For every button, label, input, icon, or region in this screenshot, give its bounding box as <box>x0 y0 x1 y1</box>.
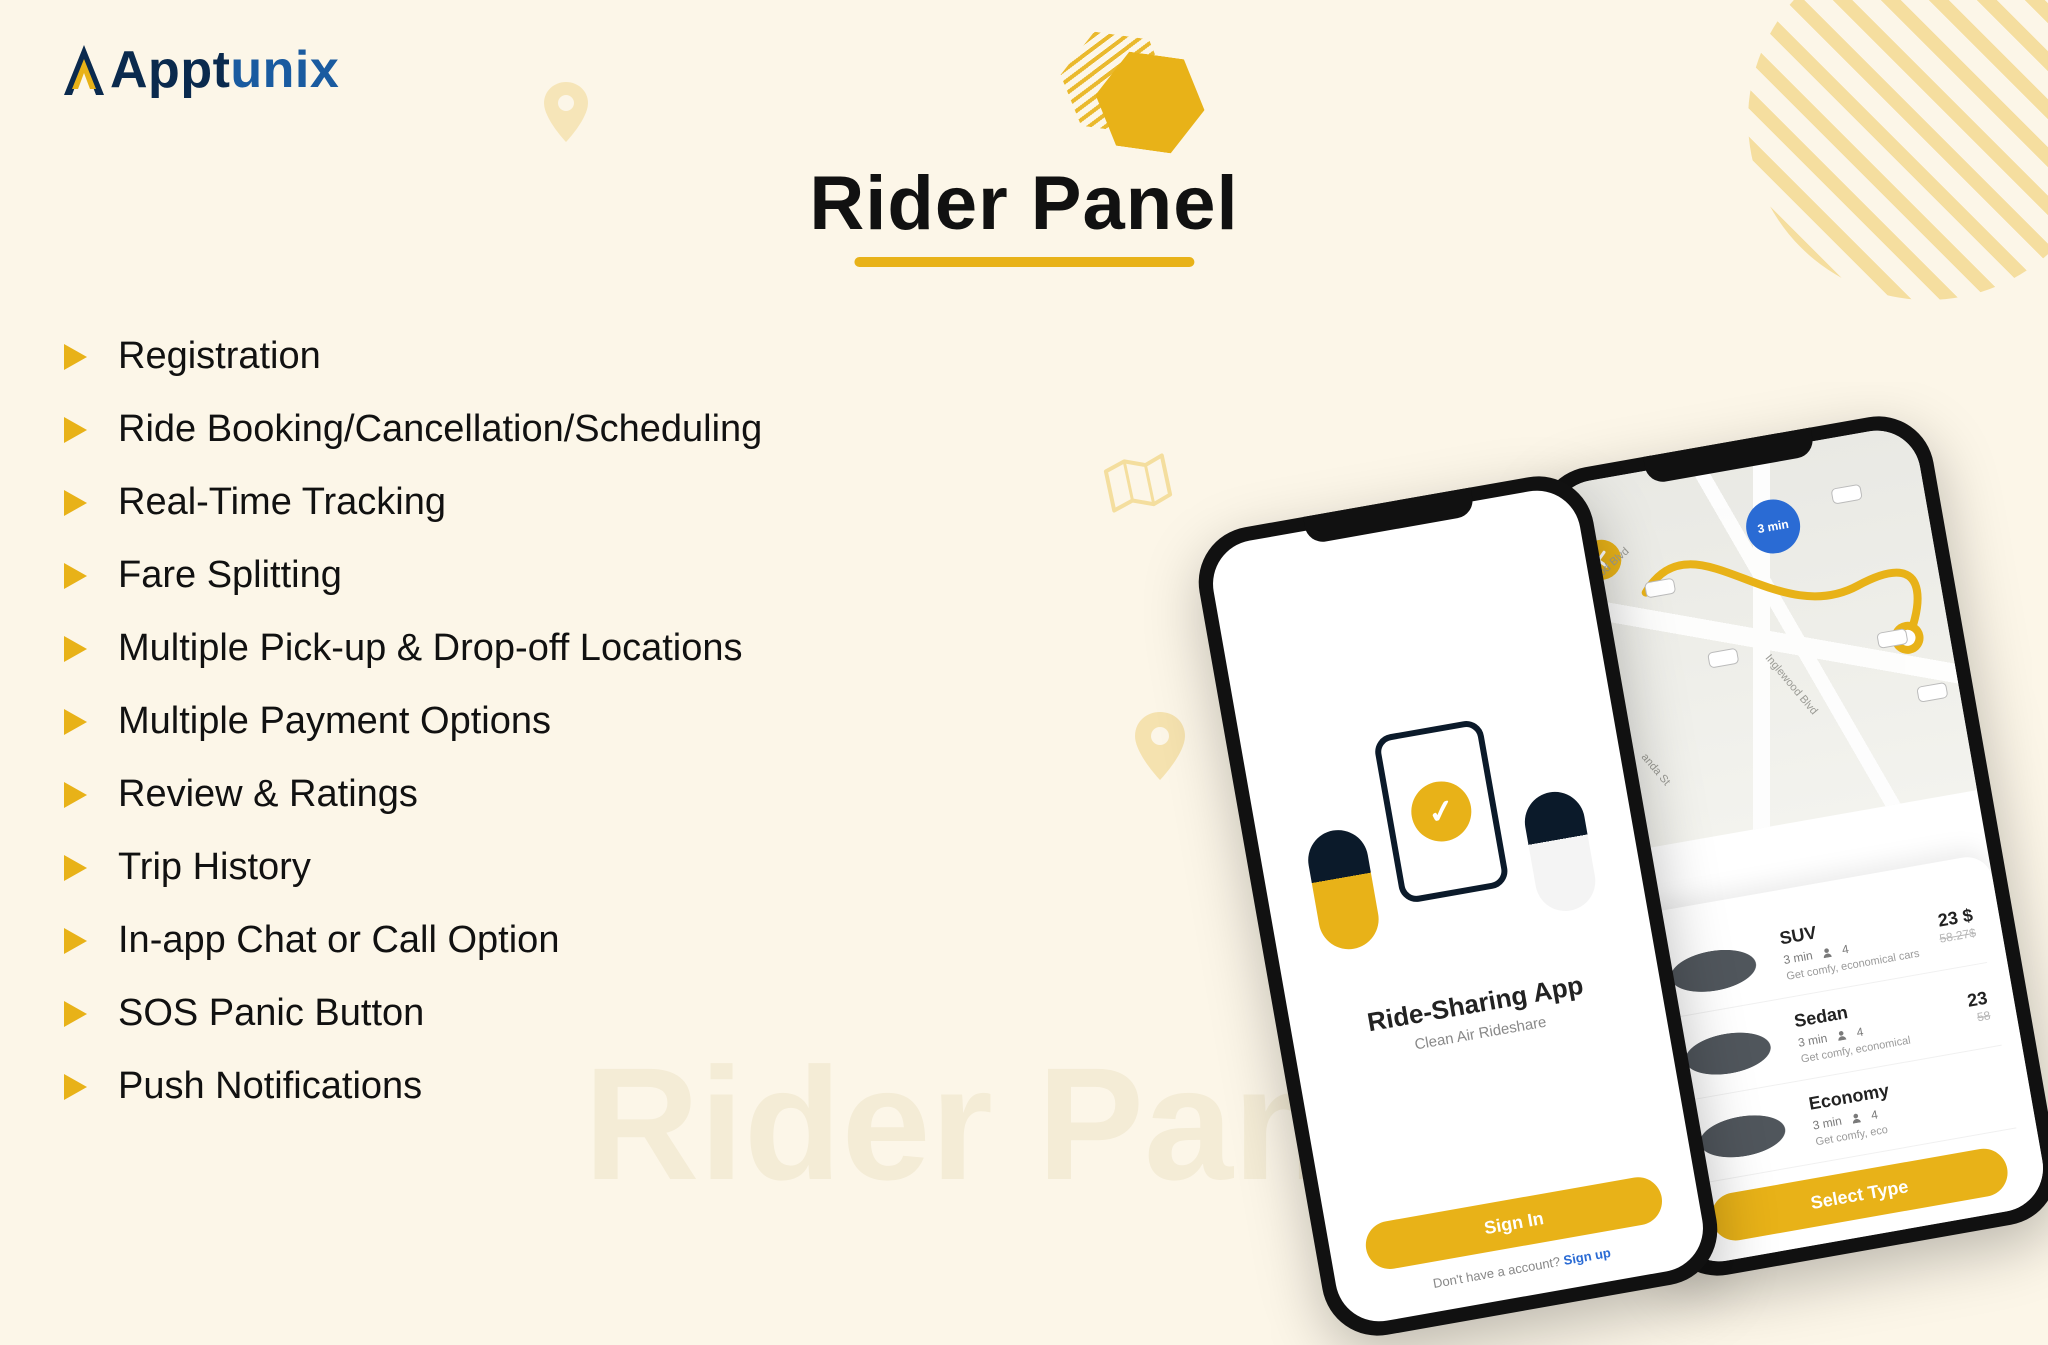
feature-item: In-app Chat or Call Option <box>60 919 762 962</box>
feature-label: Push Notifications <box>118 1065 422 1108</box>
phone-mockups: 3 min ood Blvd Inglewood Blvd anda St SU… <box>1298 196 2048 1196</box>
map-pin-icon <box>540 80 592 144</box>
feature-label: Fare Splitting <box>118 554 342 597</box>
person-icon <box>1851 1112 1863 1124</box>
brand-logo-mark <box>60 41 108 99</box>
feature-label: Trip History <box>118 846 311 889</box>
ride-price: 23 58 <box>1966 988 1992 1026</box>
feature-list: Registration Ride Booking/Cancellation/S… <box>60 335 762 1108</box>
feature-label: Real-Time Tracking <box>118 481 446 524</box>
brand-logo-text-part2: unix <box>230 41 339 99</box>
ride-info: SUV 3 min 4 Get comfy, economical cars <box>1778 904 1927 983</box>
ride-seats: 4 <box>1870 1107 1879 1122</box>
triangle-bullet-icon <box>60 780 90 810</box>
phone-illustration-icon: ✓ <box>1372 718 1510 905</box>
feature-label: Registration <box>118 335 321 378</box>
brand-logo-text-part1: Appt <box>110 41 230 99</box>
feature-item: Review & Ratings <box>60 773 762 816</box>
signin-illustration: ✓ <box>1271 657 1612 965</box>
signin-button[interactable]: Sign In <box>1362 1173 1666 1272</box>
triangle-bullet-icon <box>60 634 90 664</box>
feature-item: Ride Booking/Cancellation/Scheduling <box>60 408 762 451</box>
ride-time: 3 min <box>1797 1031 1828 1050</box>
feature-label: Review & Ratings <box>118 773 418 816</box>
ride-price: 23 $ 58.27$ <box>1935 905 1977 946</box>
feature-label: In-app Chat or Call Option <box>118 919 559 962</box>
feature-item: Real-Time Tracking <box>60 481 762 524</box>
ride-time: 3 min <box>1782 948 1813 967</box>
triangle-bullet-icon <box>60 853 90 883</box>
feature-item: Multiple Pick-up & Drop-off Locations <box>60 627 762 670</box>
feature-item: SOS Panic Button <box>60 992 762 1035</box>
brand-logo-text: Apptunix <box>110 40 339 100</box>
check-icon: ✓ <box>1407 777 1477 847</box>
map-icon <box>1100 449 1176 517</box>
signin-footer-text: Don't have a account? <box>1432 1253 1565 1291</box>
page-title: Rider Panel <box>809 160 1238 247</box>
triangle-bullet-icon <box>60 488 90 518</box>
triangle-bullet-icon <box>60 561 90 591</box>
person-icon <box>1303 825 1383 954</box>
person-icon <box>1821 947 1833 959</box>
feature-item: Push Notifications <box>60 1065 762 1108</box>
feature-label: Multiple Payment Options <box>118 700 551 743</box>
ride-info: Economy 3 min 4 Get comfy, eco <box>1807 1063 1992 1148</box>
signup-link[interactable]: Sign up <box>1562 1245 1612 1268</box>
feature-label: Multiple Pick-up & Drop-off Locations <box>118 627 742 670</box>
triangle-bullet-icon <box>60 415 90 445</box>
feature-item: Multiple Payment Options <box>60 700 762 743</box>
brand-logo: Apptunix <box>60 40 339 100</box>
person-icon <box>1836 1029 1848 1041</box>
triangle-bullet-icon <box>60 1072 90 1102</box>
page-heading: Rider Panel <box>809 160 1238 267</box>
ride-seats: 4 <box>1841 942 1850 957</box>
ride-time: 3 min <box>1812 1114 1843 1133</box>
feature-item: Trip History <box>60 846 762 889</box>
triangle-bullet-icon <box>60 999 90 1029</box>
triangle-bullet-icon <box>60 707 90 737</box>
triangle-bullet-icon <box>60 342 90 372</box>
triangle-bullet-icon <box>60 926 90 956</box>
ride-info: Sedan 3 min 4 Get comfy, economical <box>1793 984 1958 1066</box>
feature-item: Fare Splitting <box>60 554 762 597</box>
feature-label: Ride Booking/Cancellation/Scheduling <box>118 408 762 451</box>
feature-label: SOS Panic Button <box>118 992 424 1035</box>
map-pin-icon <box>1130 710 1190 784</box>
person-icon <box>1520 787 1600 916</box>
feature-item: Registration <box>60 335 762 378</box>
ride-seats: 4 <box>1855 1025 1864 1040</box>
heading-underline <box>854 257 1194 267</box>
